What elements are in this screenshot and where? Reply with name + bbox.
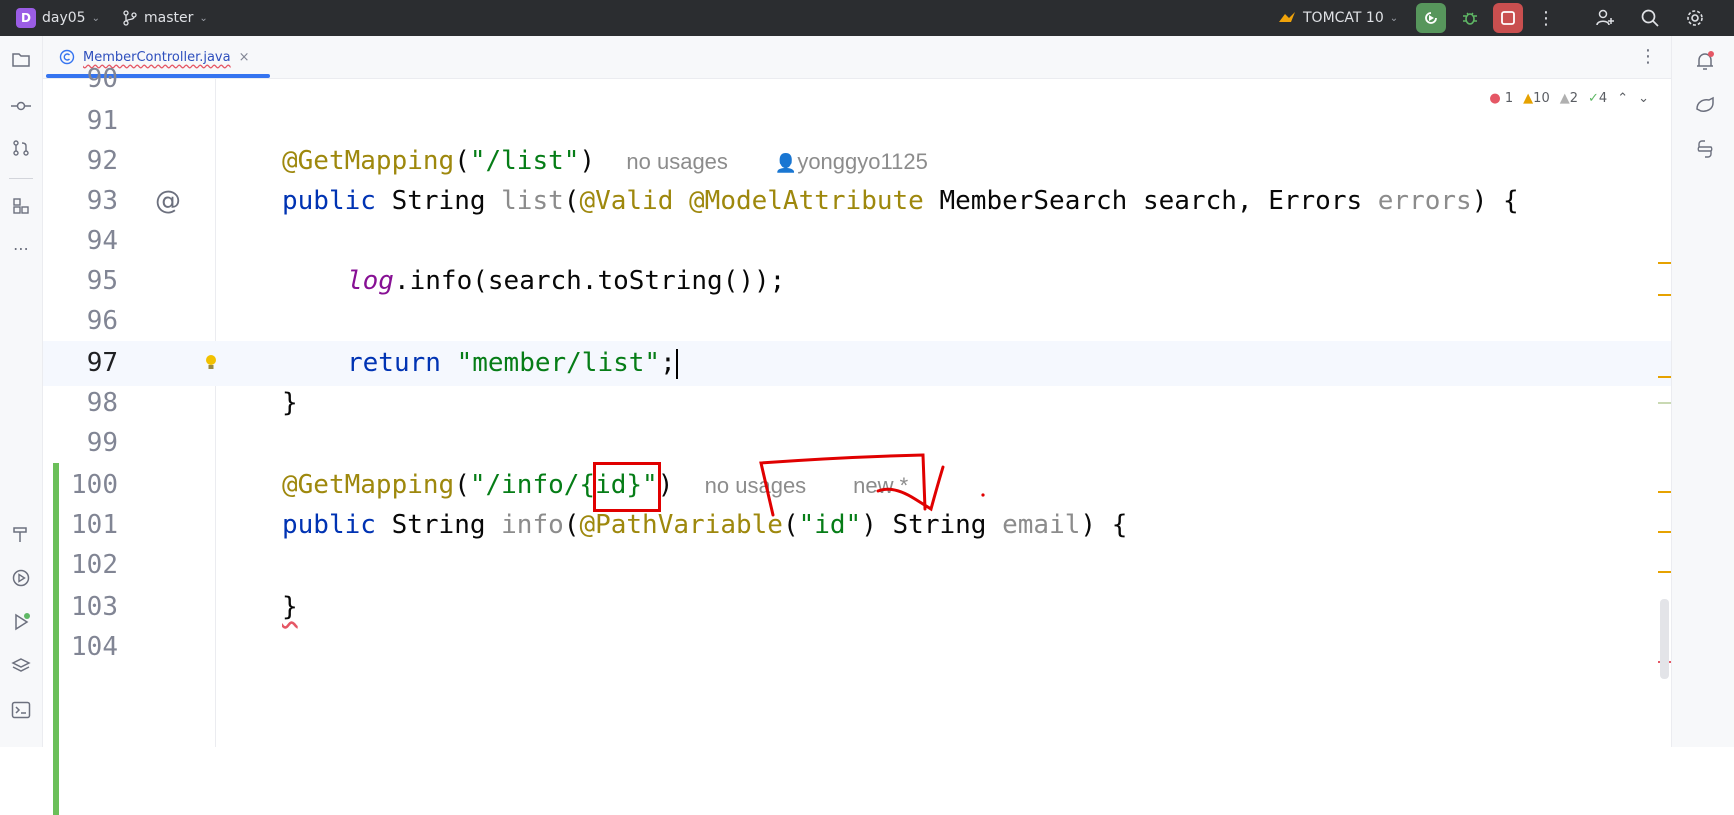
more-actions-button[interactable]: ⋮ — [1531, 3, 1561, 33]
project-name: day05 — [42, 10, 86, 26]
code-line-92: 92 @GetMapping("/list") no usages 👤yongg… — [43, 139, 1671, 184]
settings-button[interactable] — [1680, 3, 1710, 33]
code-text: } — [282, 388, 298, 418]
code-line-93: 93 @ public String list(@Valid @ModelAtt… — [43, 179, 1671, 224]
python-console-button[interactable] — [1694, 138, 1716, 164]
branch-name: master — [144, 10, 194, 26]
run-config-name: TOMCAT 10 — [1303, 10, 1384, 26]
structure-tool-button[interactable] — [9, 194, 33, 218]
warning-stripe[interactable] — [1658, 571, 1671, 573]
right-tool-strip — [1671, 36, 1734, 747]
user-icon: 👤 — [774, 153, 798, 173]
lightbulb-icon[interactable] — [205, 354, 217, 372]
code-line-104: 104 — [71, 632, 118, 662]
chevron-down-icon: ⌄ — [1389, 12, 1399, 24]
pull-requests-tool-button[interactable] — [9, 136, 33, 160]
code-line-97: 97 return "member/list"; — [43, 341, 1671, 386]
left-tool-strip: ⋯ — [0, 36, 43, 747]
services-icon — [12, 569, 30, 587]
vertical-scrollbar-thumb[interactable] — [1660, 599, 1669, 679]
search-button[interactable] — [1635, 3, 1665, 33]
warning-stripe[interactable] — [1658, 294, 1671, 296]
hammer-icon — [13, 527, 27, 542]
commit-icon — [11, 101, 31, 111]
structure-icon — [13, 198, 29, 214]
search-icon — [1641, 9, 1659, 27]
tomcat-icon — [1279, 12, 1295, 22]
build-tool-button[interactable] — [9, 522, 33, 546]
code-editor[interactable]: ● 1 ▲10 ▲2 ✓4 ⌃ ⌄ 90 91 92 @GetMapping("… — [43, 64, 1671, 815]
gutter-mapping-icon[interactable]: @ — [155, 179, 181, 224]
rerun-icon — [1425, 12, 1437, 24]
project-selector[interactable]: D day05 ⌄ — [16, 0, 100, 36]
branch-selector[interactable]: master ⌄ — [122, 0, 208, 36]
run-icon — [15, 613, 30, 631]
toolbar-divider — [9, 178, 33, 179]
run-config-selector[interactable]: TOMCAT 10 ⌄ — [1277, 0, 1398, 36]
code-line-102: 102 — [71, 550, 118, 580]
chevron-down-icon: ⌄ — [91, 12, 100, 24]
chevron-down-icon: ⌄ — [199, 12, 208, 24]
terminal-icon — [11, 701, 31, 719]
notifications-button[interactable] — [1694, 50, 1716, 76]
warning-stripe[interactable] — [1658, 262, 1671, 264]
code-text: log.info(search.toString()); — [347, 266, 786, 296]
warning-stripe[interactable] — [1658, 376, 1671, 378]
more-vertical-icon: ⋮ — [1537, 7, 1555, 29]
gear-icon — [1687, 10, 1703, 26]
rerun-button[interactable] — [1416, 3, 1446, 33]
author-hint[interactable]: 👤yonggyo1125 — [775, 149, 928, 174]
code-line-103: 103 } — [43, 585, 1671, 630]
layers-icon — [11, 658, 31, 672]
stop-icon — [1501, 11, 1515, 25]
weak-warning-stripe[interactable] — [1658, 402, 1671, 404]
debug-button[interactable] — [1455, 3, 1485, 33]
project-tool-button[interactable] — [9, 48, 33, 72]
code-text: return "member/list"; — [347, 348, 678, 379]
code-line-90: 90 — [86, 64, 118, 94]
code-text: public String list(@Valid @ModelAttribut… — [282, 186, 1519, 216]
database-icon — [1696, 96, 1714, 112]
text-caret — [675, 348, 678, 379]
services-tool-button[interactable] — [9, 566, 33, 590]
annotation-box — [593, 462, 661, 512]
bug-icon — [1463, 12, 1477, 25]
title-bar: D day05 ⌄ master ⌄ TOMCAT 10 ⌄ ⋮ — [0, 0, 1734, 36]
database-tool-button[interactable] — [1694, 94, 1716, 120]
bell-icon — [1697, 51, 1714, 70]
add-user-icon — [1596, 9, 1614, 26]
python-icon — [1697, 140, 1713, 158]
project-badge: D — [16, 8, 36, 28]
code-text: public String info(@PathVariable("id") S… — [282, 510, 1128, 540]
pull-request-icon — [13, 140, 29, 156]
code-with-me-button[interactable] — [1590, 3, 1620, 33]
terminal-tool-button[interactable] — [9, 698, 33, 722]
layers-tool-button[interactable] — [9, 654, 33, 678]
code-line-91: 91 — [86, 106, 118, 136]
code-line-96: 96 — [86, 306, 118, 336]
more-tools-button[interactable]: ⋯ — [9, 236, 33, 260]
git-branch-icon — [123, 10, 137, 26]
usages-hint[interactable]: no usages — [626, 149, 728, 174]
warning-stripe[interactable] — [1658, 491, 1671, 493]
code-text: } — [282, 592, 298, 622]
stop-button[interactable] — [1493, 3, 1523, 33]
more-horizontal-icon: ⋯ — [13, 238, 29, 258]
warning-stripe[interactable] — [1658, 531, 1671, 533]
commit-tool-button[interactable] — [9, 94, 33, 118]
annotation-scribble — [759, 453, 985, 517]
code-line-94: 94 — [86, 226, 118, 256]
folder-icon — [12, 53, 30, 67]
run-tool-button[interactable] — [9, 610, 33, 634]
code-line-95: 95 log.info(search.toString()); — [43, 259, 1671, 304]
code-line-98: 98 } — [43, 381, 1671, 426]
